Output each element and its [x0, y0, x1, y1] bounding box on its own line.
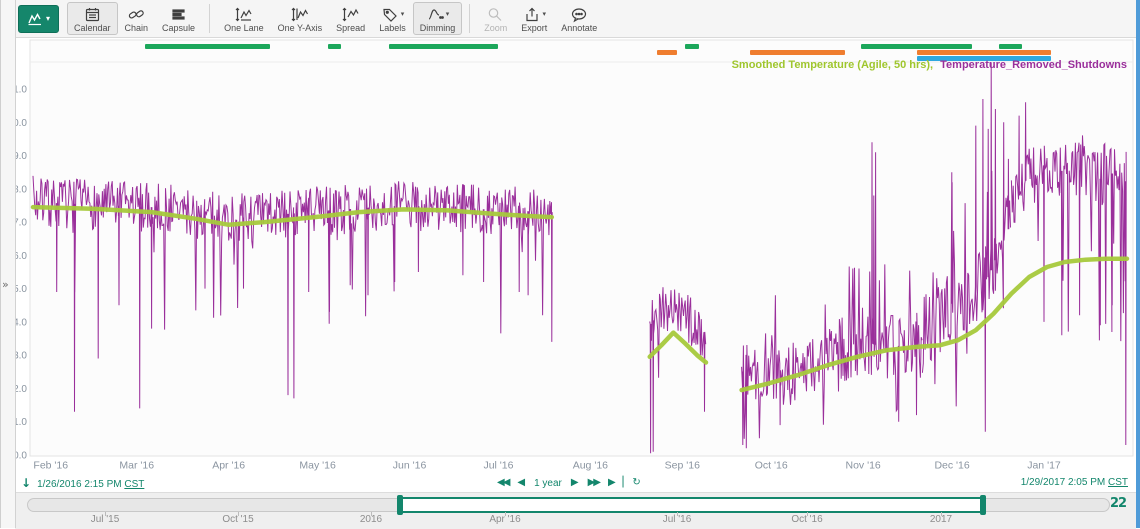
- trend-legend: Smoothed Temperature (Agile, 50 hrs), Te…: [732, 59, 1127, 71]
- toolbar-button-label: One Y-Axis: [278, 23, 323, 33]
- x-tick-label: Dec '16: [934, 460, 969, 472]
- x-tick-label: Mar '16: [119, 460, 154, 472]
- toolbar-separator: [209, 4, 210, 33]
- export-icon: ▾: [523, 6, 547, 23]
- capsule-icon: [169, 6, 188, 23]
- capsule-bar[interactable]: [685, 44, 699, 49]
- range-start-date[interactable]: 1/26/2016 2:15 PM: [37, 479, 122, 490]
- toolbar-separator: [469, 4, 470, 33]
- dimming-icon: ▾: [426, 6, 450, 23]
- toolbar-button-label: Calendar: [74, 23, 111, 33]
- toolbar-button-label: Capsule: [162, 23, 195, 33]
- x-tick-label: Jul '16: [483, 460, 513, 472]
- capsule-bar[interactable]: [917, 50, 1051, 55]
- expand-panel-icon[interactable]: »: [2, 278, 9, 291]
- step-to-end-icon[interactable]: ▶▕: [608, 474, 623, 492]
- timebar-calendar-button[interactable]: 22: [1110, 496, 1126, 511]
- timebar-label: Apr '16: [489, 514, 520, 525]
- range-end-timezone[interactable]: CST: [1108, 477, 1128, 488]
- toolbar-button-label: Labels: [379, 23, 406, 33]
- toolbar-button-labels[interactable]: ▾Labels: [372, 2, 413, 35]
- timebar-label: Oct '16: [791, 514, 822, 525]
- toolbar-button-label: One Lane: [224, 23, 264, 33]
- x-tick-label: Apr '16: [212, 460, 245, 472]
- annotate-icon: [570, 6, 589, 23]
- x-tick-label: Jan '17: [1027, 460, 1061, 472]
- range-start-timezone[interactable]: CST: [124, 479, 144, 490]
- range-navigation: ◀◀◀1 year▶▶▶▶▕↻: [497, 474, 641, 492]
- spread-icon: [341, 6, 360, 23]
- step-back-icon[interactable]: ◀: [517, 474, 525, 492]
- capsule-bar[interactable]: [145, 44, 270, 49]
- jump-back-icon[interactable]: ◀◀: [497, 474, 508, 492]
- auto-update-icon[interactable]: ↻: [632, 474, 640, 492]
- trend-chart[interactable]: 91.090.089.088.087.086.085.084.083.082.0…: [0, 37, 1140, 474]
- toolbar-button-label: Chain: [125, 23, 149, 33]
- timebar-label: Oct '15: [222, 514, 253, 525]
- capsule-bar[interactable]: [328, 44, 341, 49]
- collapsed-side-panel[interactable]: »: [0, 0, 16, 528]
- trend-view-button[interactable]: ▾: [18, 5, 59, 33]
- jump-forward-icon[interactable]: ▶▶: [588, 474, 599, 492]
- toolbar-button-calendar[interactable]: Calendar: [67, 2, 118, 35]
- trend-toolbar: ▾ Calendar Chain Capsule One Lane One Y-Axis…: [15, 0, 1136, 38]
- display-range-bar: ↓1/26/2016 2:15 PM CST ◀◀◀1 year▶▶▶▶▕↻ 1…: [15, 474, 1136, 492]
- one-y-axis-icon: [290, 6, 309, 23]
- capsule-bar[interactable]: [750, 50, 845, 55]
- toolbar-button-one-y-axis[interactable]: One Y-Axis: [271, 2, 330, 35]
- x-tick-label: Aug '16: [573, 460, 608, 472]
- timebar-handle-right[interactable]: [980, 495, 986, 515]
- timebar-label: 2016: [360, 514, 382, 525]
- capsule-bar[interactable]: [999, 44, 1022, 49]
- toolbar-button-export[interactable]: ▾Export: [514, 2, 554, 35]
- one-lane-icon: [234, 6, 253, 23]
- window-edge: [1136, 0, 1140, 528]
- legend-item-smoothed-temperature[interactable]: Smoothed Temperature (Agile, 50 hrs),: [732, 59, 934, 71]
- toolbar-button-label: Dimming: [420, 23, 456, 33]
- x-tick-label: Sep '16: [665, 460, 700, 472]
- x-tick-label: May '16: [299, 460, 336, 472]
- timebar-scrubber: 22 Jul '15 Oct '15 2016 Apr '16 Jul '16 Oct '…: [15, 492, 1136, 529]
- toolbar-button-chain[interactable]: Chain: [118, 2, 156, 35]
- capsule-bar[interactable]: [657, 50, 677, 55]
- seeq-trend-workbench: » ▾ Calendar Chain Capsule One Lane One Y-Ax…: [0, 0, 1140, 528]
- chevron-down-icon: ▾: [46, 14, 50, 23]
- toolbar-button-zoom[interactable]: Zoom: [477, 2, 514, 35]
- toolbar-button-label: Zoom: [484, 23, 507, 33]
- investigate-range-icon[interactable]: ↓: [21, 476, 31, 490]
- trend-chart-icon: [27, 11, 44, 26]
- step-forward-icon[interactable]: ▶: [571, 474, 579, 492]
- x-tick-label: Oct '16: [755, 460, 788, 472]
- toolbar-button-label: Export: [521, 23, 547, 33]
- toolbar-button-label: Annotate: [561, 23, 597, 33]
- timebar-label: Jul '15: [91, 514, 120, 525]
- zoom-icon: [486, 6, 505, 23]
- toolbar-button-label: Spread: [336, 23, 365, 33]
- x-tick-label: Feb '16: [33, 460, 68, 472]
- toolbar-button-annotate[interactable]: Annotate: [554, 2, 604, 35]
- capsule-bar[interactable]: [861, 44, 972, 49]
- calendar-icon: [83, 6, 102, 23]
- toolbar-button-dimming[interactable]: ▾Dimming: [413, 2, 463, 35]
- toolbar-button-capsule[interactable]: Capsule: [155, 2, 202, 35]
- labels-icon: ▾: [381, 6, 405, 23]
- range-end-date[interactable]: 1/29/2017 2:05 PM: [1021, 477, 1106, 488]
- x-tick-label: Nov '16: [845, 460, 880, 472]
- x-tick-label: Jun '16: [393, 460, 427, 472]
- toolbar-button-one-lane[interactable]: One Lane: [217, 2, 271, 35]
- timebar-label: Jul '16: [663, 514, 692, 525]
- chain-icon: [127, 6, 146, 23]
- legend-item-temperature-removed-shutdowns[interactable]: Temperature_Removed_Shutdowns: [940, 59, 1127, 71]
- timebar-selection[interactable]: [400, 497, 983, 513]
- duration-label[interactable]: 1 year: [534, 478, 562, 489]
- timebar-handle-left[interactable]: [397, 495, 403, 515]
- toolbar-button-spread[interactable]: Spread: [329, 2, 372, 35]
- capsule-bar[interactable]: [389, 44, 498, 49]
- timebar-label: 2017: [930, 514, 952, 525]
